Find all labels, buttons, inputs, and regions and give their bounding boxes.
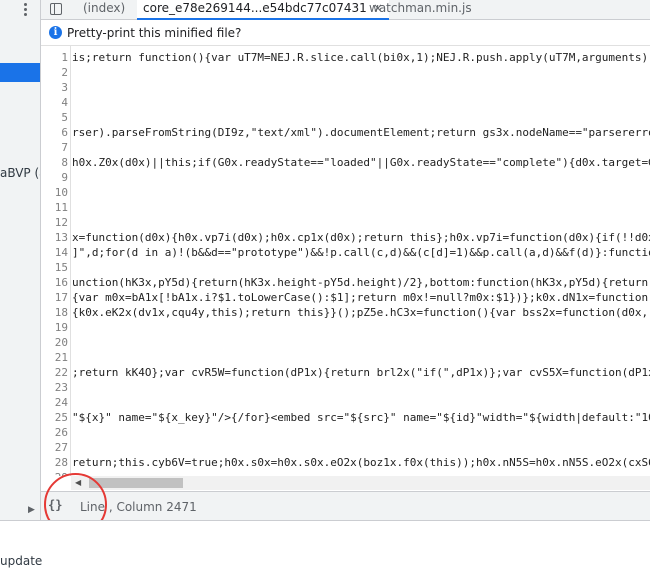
code-text[interactable]: ]",d;for(d in a)!(b&&d=="prototype")&&!p…	[72, 245, 650, 260]
scrollbar-thumb[interactable]	[89, 478, 183, 488]
line-number[interactable]: 4	[41, 95, 68, 110]
line-number[interactable]: 12	[41, 215, 68, 230]
code-text[interactable]: rser).parseFromString(DI9z,"text/xml").d…	[72, 125, 650, 140]
line-number[interactable]: 15	[41, 260, 68, 275]
status-bar: {} Line , Column 2471	[41, 473, 650, 536]
infobar-message: Pretty-print this minified file?	[67, 26, 242, 40]
more-options-icon[interactable]	[19, 2, 31, 16]
expand-arrow-icon[interactable]: ▶	[28, 505, 35, 515]
line-number[interactable]: 23	[41, 380, 68, 395]
code-text[interactable]: unction(hK3x,pY5d){return(hK3x.height-pY…	[72, 275, 648, 290]
code-text[interactable]: x=function(d0x){h0x.vp7i(d0x);h0x.cp1x(d…	[72, 230, 650, 245]
tab-label: (index)	[83, 1, 126, 15]
line-number[interactable]: 5	[41, 110, 68, 125]
horizontal-scrollbar[interactable]: ◀	[71, 476, 650, 490]
line-number[interactable]: 9	[41, 170, 68, 185]
code-text[interactable]: ;return kK4O};var cvR5W=function(dP1x){r…	[72, 365, 650, 380]
line-number[interactable]: 28	[41, 455, 68, 470]
line-number[interactable]: 3	[41, 80, 68, 95]
line-number[interactable]: 25	[41, 410, 68, 425]
code-editor[interactable]: 1 is;return function(){var uT7M=NEJ.R.sli…	[41, 46, 650, 476]
code-text[interactable]: return;this.cyb6V=true;h0x.s0x=h0x.s0x.e…	[72, 455, 650, 470]
line-number[interactable]: 2	[41, 65, 68, 80]
cursor-position: Line , Column 2471	[80, 500, 197, 514]
pretty-print-infobar: i Pretty-print this minified file?	[41, 21, 650, 46]
toggle-navigator-icon[interactable]	[50, 3, 62, 15]
selected-file-highlight[interactable]	[0, 63, 40, 82]
line-number[interactable]: 24	[41, 395, 68, 410]
line-number[interactable]: 1	[41, 50, 68, 65]
tab-core-js[interactable]: core_e78e269144...e54bdc77c07431 ×	[137, 0, 389, 20]
code-text[interactable]: {var m0x=bA1x[!bA1x.i?$1.toLowerCase():$…	[72, 290, 648, 305]
code-text[interactable]: "${x}" name="${x_key}"/>{/for}<embed src…	[72, 410, 650, 425]
tab-label: core_e78e269144...e54bdc77c07431	[143, 1, 367, 15]
line-number[interactable]: 7	[41, 140, 68, 155]
line-number[interactable]: 6	[41, 125, 68, 140]
line-number[interactable]: 22	[41, 365, 68, 380]
line-number[interactable]: 20	[41, 335, 68, 350]
info-icon: i	[49, 26, 62, 39]
navigator-item[interactable]: aBVP (ab	[0, 166, 40, 180]
line-number[interactable]: 10	[41, 185, 68, 200]
line-number[interactable]: 11	[41, 200, 68, 215]
code-text[interactable]: h0x.Z0x(d0x)||this;if(G0x.readyState=="l…	[72, 155, 650, 170]
code-text[interactable]: {k0x.eK2x(dv1x,cqu4y,this);return this}}…	[72, 305, 648, 320]
line-number[interactable]: 16	[41, 275, 68, 290]
line-number[interactable]: 21	[41, 350, 68, 365]
tab-label: watchman.min.js	[369, 1, 472, 15]
line-number[interactable]: 27	[41, 440, 68, 455]
tab-index[interactable]: (index)	[77, 0, 131, 19]
line-number[interactable]: 26	[41, 425, 68, 440]
drawer-text: update	[0, 554, 43, 568]
navigator-panel: aBVP (ab ▶	[0, 0, 41, 520]
tab-strip: (index) core_e78e269144...e54bdc77c07431…	[41, 0, 650, 20]
line-number[interactable]: 14	[41, 245, 68, 260]
code-text[interactable]: is;return function(){var uT7M=NEJ.R.slic…	[72, 50, 650, 65]
tab-watchman[interactable]: watchman.min.js	[363, 0, 478, 19]
line-number[interactable]: 17	[41, 290, 68, 305]
line-number[interactable]: 19	[41, 320, 68, 335]
line-number[interactable]: 18	[41, 305, 68, 320]
pretty-print-button[interactable]: {}	[48, 498, 62, 512]
line-number[interactable]: 8	[41, 155, 68, 170]
line-number[interactable]: 13	[41, 230, 68, 245]
bottom-drawer: update	[0, 520, 650, 569]
